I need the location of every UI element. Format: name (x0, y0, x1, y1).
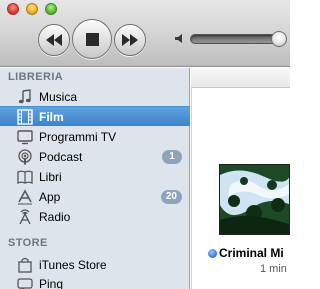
app-count-badge: 20 (160, 190, 182, 204)
movie-duration: 1 min (260, 263, 287, 275)
previous-track-button[interactable] (38, 24, 70, 56)
stop-icon (85, 32, 99, 46)
movie-title[interactable]: Criminal Mi (219, 246, 284, 260)
podcast-count-badge: 1 (162, 150, 182, 164)
sidebar-item-film[interactable]: Film (0, 106, 190, 126)
volume-slider-thumb[interactable] (271, 31, 287, 47)
sidebar-item-radio[interactable]: Radio (0, 207, 190, 227)
content-pane: Criminal Mi 1 min (191, 68, 290, 289)
close-window-button[interactable] (7, 3, 19, 15)
podcast-icon (18, 149, 32, 165)
content-header-bar (191, 68, 290, 88)
film-icon (17, 109, 33, 125)
sidebar-item-label: App (39, 190, 61, 204)
sidebar-item-musica[interactable]: Musica (0, 87, 190, 107)
music-note-icon (18, 89, 31, 104)
sidebar-item-app[interactable]: App 20 (0, 187, 190, 207)
sidebar-item-label: iTunes Store (39, 258, 107, 272)
radio-icon (19, 209, 31, 225)
volume-low-icon (175, 34, 182, 43)
sidebar-item-libri[interactable]: Libri (0, 167, 190, 187)
next-track-button[interactable] (114, 24, 146, 56)
sidebar: LIBRERIA Musica Film Programmi TV Podcas… (0, 68, 190, 289)
app-icon (18, 189, 32, 205)
sidebar-item-label: Ping (39, 277, 64, 289)
sidebar-item-label: Radio (39, 210, 71, 224)
sidebar-item-label: Podcast (39, 150, 83, 164)
stop-button[interactable] (72, 19, 112, 59)
sidebar-item-label: Libri (39, 170, 62, 184)
sidebar-item-label: Film (39, 110, 64, 124)
sidebar-item-itunes-store[interactable]: iTunes Store (0, 255, 190, 275)
movie-artwork[interactable] (219, 164, 290, 235)
rewind-icon (46, 34, 62, 46)
movie-artwork-image (220, 165, 289, 234)
minimize-window-button[interactable] (26, 3, 38, 15)
itunes-store-icon (18, 257, 32, 273)
book-icon (17, 170, 33, 185)
fast-forward-icon (122, 34, 138, 46)
sidebar-item-podcast[interactable]: Podcast 1 (0, 147, 190, 167)
library-section-title: LIBRERIA (8, 71, 64, 83)
sidebar-item-programmi-tv[interactable]: Programmi TV (0, 127, 190, 147)
ping-icon (17, 278, 33, 289)
tv-icon (17, 130, 33, 145)
pane-divider[interactable] (191, 88, 192, 289)
store-section-title: STORE (8, 237, 48, 249)
sidebar-item-label: Programmi TV (39, 130, 117, 144)
unwatched-indicator (208, 249, 217, 258)
sidebar-item-ping[interactable]: Ping (0, 274, 190, 289)
toolbar (0, 0, 290, 67)
sidebar-item-label: Musica (39, 90, 78, 104)
zoom-window-button[interactable] (45, 3, 57, 15)
